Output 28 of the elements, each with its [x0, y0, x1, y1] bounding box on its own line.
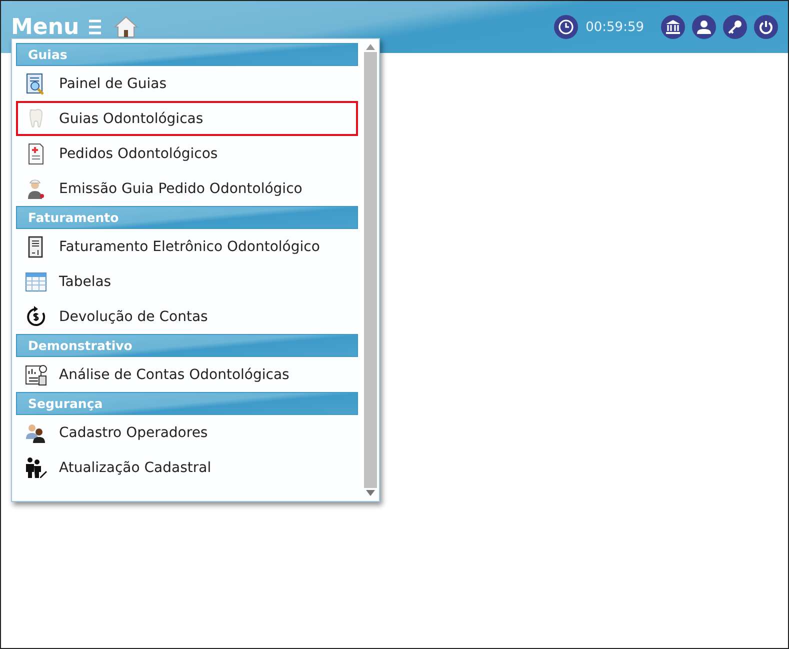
section-header: Demonstrativo	[16, 334, 358, 357]
home-icon[interactable]	[114, 15, 138, 39]
users-edit-icon	[24, 456, 48, 480]
menu-item[interactable]: Atualização Cadastral	[16, 450, 358, 485]
scroll-down-icon[interactable]	[366, 490, 375, 496]
scroll-up-icon[interactable]	[366, 44, 375, 50]
menu-item[interactable]: Faturamento Eletrônico Odontológico	[16, 229, 358, 264]
menu-item[interactable]: Painel de Guias	[16, 66, 358, 101]
power-icon[interactable]	[754, 15, 778, 39]
section-header: Segurança	[16, 392, 358, 415]
key-icon[interactable]	[723, 15, 747, 39]
user-icon[interactable]	[692, 15, 716, 39]
menu-item[interactable]: Guias Odontológicas	[16, 101, 358, 136]
session-timer: 00:59:59	[586, 20, 644, 34]
dollar-refresh-icon	[24, 304, 48, 328]
section-header: Guias	[16, 43, 358, 66]
table-icon	[24, 270, 48, 294]
scrollbar-thumb[interactable]	[364, 52, 377, 488]
section-header: Faturamento	[16, 206, 358, 229]
menu-item[interactable]: Emissão Guia Pedido Odontológico	[16, 171, 358, 206]
menu-item[interactable]: Pedidos Odontológicos	[16, 136, 358, 171]
report-chart-icon	[24, 362, 48, 386]
bank-icon[interactable]	[661, 15, 685, 39]
clock-icon[interactable]	[554, 15, 578, 39]
menu-item[interactable]: Devolução de Contas	[16, 299, 358, 334]
menu-item[interactable]: Análise de Contas Odontológicas	[16, 357, 358, 392]
menu-item[interactable]: Cadastro Operadores	[16, 415, 358, 450]
menu-item[interactable]: Tabelas	[16, 264, 358, 299]
